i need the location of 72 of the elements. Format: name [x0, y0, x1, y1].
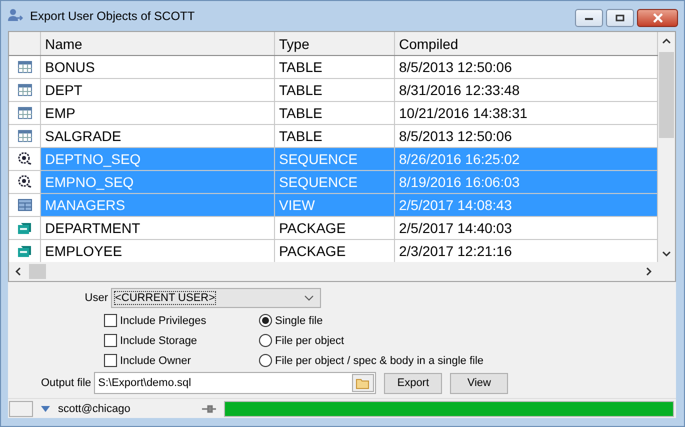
table-cell: EMPNO_SEQ	[41, 171, 275, 193]
checkbox-option[interactable]: Include Storage	[104, 334, 259, 347]
table-cell: EMP	[41, 102, 275, 124]
scroll-thumb[interactable]	[29, 264, 46, 279]
checkbox[interactable]	[104, 334, 117, 347]
connection-label: scott@chicago	[58, 402, 132, 414]
scroll-down-icon	[662, 251, 671, 257]
status-panel	[9, 400, 33, 416]
radio-option[interactable]: Single file	[259, 314, 484, 327]
scroll-up-icon	[662, 38, 671, 44]
table-icon	[18, 61, 32, 73]
users-icon	[8, 8, 24, 24]
action-button[interactable]: View	[450, 372, 508, 394]
column-header[interactable]: Name	[41, 32, 275, 55]
table-cell: SEQUENCE	[275, 148, 395, 170]
user-label: User	[84, 292, 108, 304]
output-file-field[interactable]: S:\Export\demo.sql	[94, 372, 376, 394]
radio-option[interactable]: File per object	[259, 334, 484, 347]
object-row[interactable]: DEPARTMENT PACKAGE 2/5/2017 14:40:03	[9, 217, 658, 240]
table-cell: SALGRADE	[41, 125, 275, 147]
object-row[interactable]: SALGRADE TABLE 8/5/2013 12:50:06	[9, 125, 658, 148]
scroll-right-icon	[646, 267, 652, 276]
maximize-icon	[615, 14, 625, 22]
radio-button[interactable]	[259, 314, 272, 327]
table-cell: TABLE	[275, 79, 395, 101]
package-icon	[18, 222, 32, 234]
folder-icon	[356, 378, 370, 388]
table-cell: TABLE	[275, 56, 395, 78]
dropdown-arrow-icon	[41, 406, 50, 412]
checkbox-option[interactable]: Include Owner	[104, 354, 259, 367]
action-button[interactable]: Export	[384, 372, 442, 394]
table-cell: SEQUENCE	[275, 171, 395, 193]
table-icon	[18, 84, 32, 96]
scroll-thumb[interactable]	[659, 52, 674, 138]
object-row[interactable]: BONUS TABLE 8/5/2013 12:50:06	[9, 56, 658, 79]
sequence-icon	[18, 175, 32, 189]
radio-button[interactable]	[259, 334, 272, 347]
table-cell: MANAGERS	[41, 194, 275, 216]
maximize-button[interactable]	[606, 9, 634, 27]
radio-button[interactable]	[259, 354, 272, 367]
column-header[interactable]: Type	[275, 32, 395, 55]
output-file-label: Output file	[41, 377, 92, 389]
checkbox[interactable]	[104, 314, 117, 327]
package-icon	[18, 245, 32, 257]
view-icon	[18, 199, 32, 211]
table-cell: BONUS	[41, 56, 275, 78]
checkbox-option[interactable]: Include Privileges	[104, 314, 259, 327]
minimize-icon	[584, 15, 594, 21]
table-cell: DEPTNO_SEQ	[41, 148, 275, 170]
radio-option[interactable]: File per object / spec & body in a single file	[259, 354, 484, 367]
browse-button[interactable]	[352, 374, 374, 392]
minimize-button[interactable]	[575, 9, 603, 27]
table-icon	[18, 130, 32, 142]
horizontal-scrollbar[interactable]	[9, 262, 658, 281]
user-dropdown[interactable]: <CURRENT USER>	[111, 288, 321, 308]
table-cell: PACKAGE	[275, 217, 395, 239]
window-title: Export User Objects of SCOTT	[30, 9, 195, 23]
table-cell: DEPARTMENT	[41, 217, 275, 239]
scroll-left-icon	[15, 267, 21, 276]
vertical-scrollbar[interactable]	[658, 32, 675, 281]
pin-icon	[202, 404, 216, 412]
sequence-icon	[18, 152, 32, 166]
object-row[interactable]: DEPT TABLE 8/31/2016 12:33:48	[9, 79, 658, 102]
object-row[interactable]: EMP TABLE 10/21/2016 14:38:31	[9, 102, 658, 125]
table-cell: DEPT	[41, 79, 275, 101]
table-cell: TABLE	[275, 102, 395, 124]
table-cell: VIEW	[275, 194, 395, 216]
table-cell: TABLE	[275, 125, 395, 147]
checkbox[interactable]	[104, 354, 117, 367]
close-button[interactable]	[637, 9, 678, 27]
close-icon	[652, 13, 664, 23]
table-icon	[18, 107, 32, 119]
